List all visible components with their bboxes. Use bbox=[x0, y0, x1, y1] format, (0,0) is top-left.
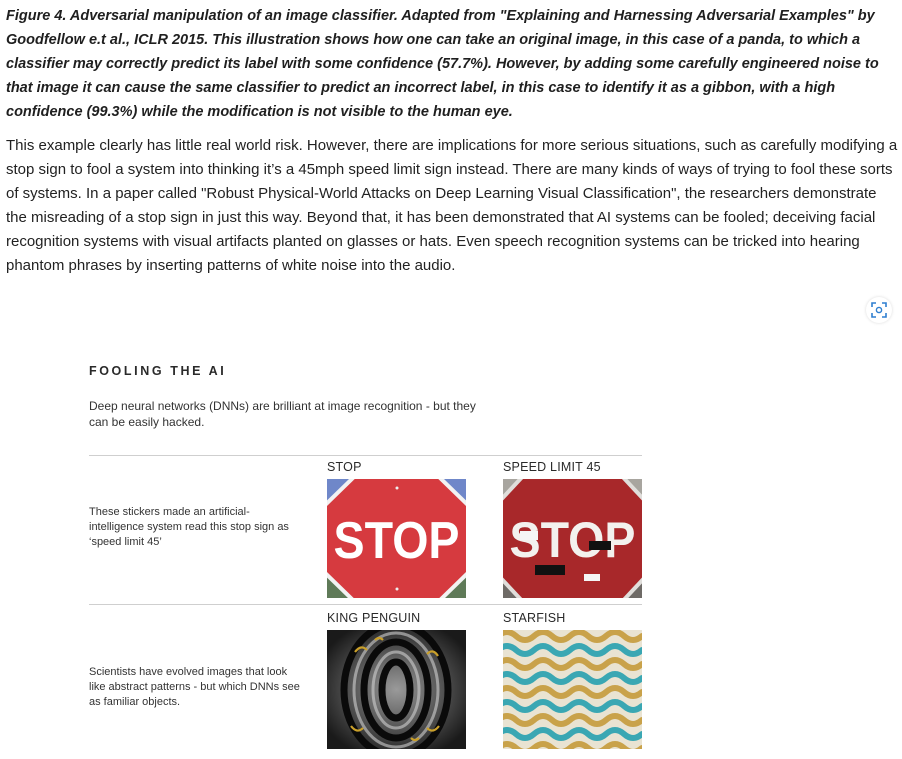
infographic-subtitle: Deep neural networks (DNNs) are brillian… bbox=[89, 399, 476, 429]
stop-sign-image: STOP bbox=[327, 479, 466, 598]
body-paragraph: This example clearly has little real wor… bbox=[6, 137, 898, 274]
scan-icon-glyph bbox=[871, 302, 887, 318]
label-speed-limit-45: SPEED LIMIT 45 bbox=[503, 460, 601, 474]
divider bbox=[89, 604, 642, 605]
divider bbox=[89, 455, 642, 456]
starfish-pattern-image bbox=[503, 630, 642, 749]
stickers-description: These stickers made an artificial-intell… bbox=[89, 506, 289, 548]
figure-caption: Figure 4. Adversarial manipulation of an… bbox=[6, 8, 879, 120]
label-starfish: STARFISH bbox=[503, 611, 566, 625]
stop-sign-text: STOP bbox=[334, 512, 460, 570]
scan-icon[interactable] bbox=[866, 297, 892, 323]
evolved-images-description: Scientists have evolved images that look… bbox=[89, 666, 300, 708]
label-king-penguin: KING PENGUIN bbox=[327, 611, 421, 625]
infographic-title: FOOLING THE AI bbox=[89, 364, 227, 378]
stickered-stop-sign-image: STOP bbox=[503, 479, 642, 598]
penguin-pattern-image bbox=[327, 630, 466, 749]
label-stop: STOP bbox=[327, 460, 362, 474]
